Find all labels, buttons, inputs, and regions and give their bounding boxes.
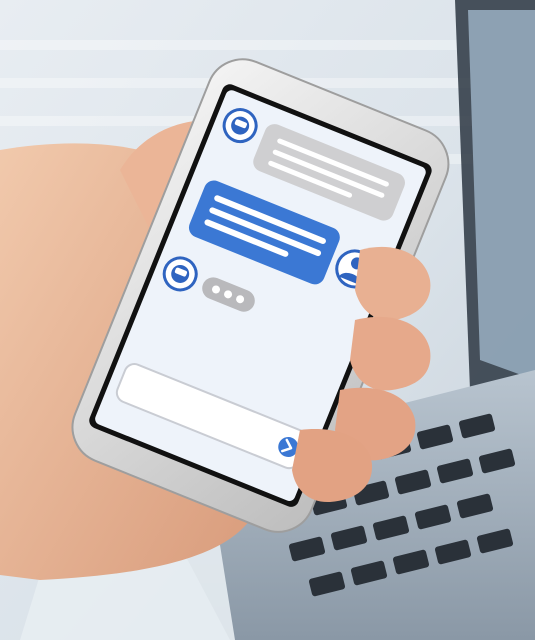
chatbot-photo — [0, 0, 535, 640]
